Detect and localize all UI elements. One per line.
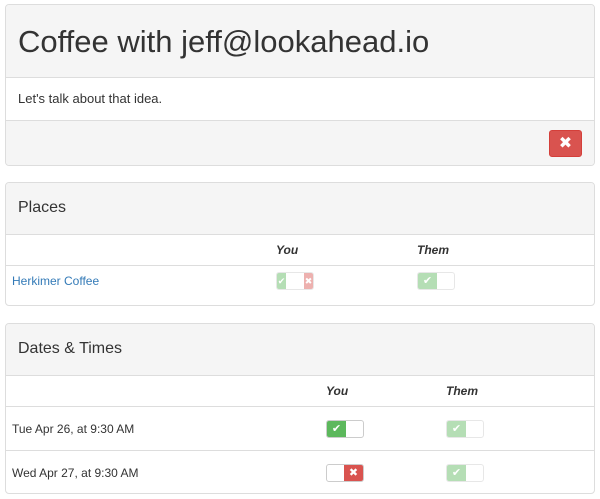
delete-meeting-button[interactable]: ✖ xyxy=(549,130,582,157)
table-row: Tue Apr 26, at 9:30 AM ✔ ✔ xyxy=(6,406,594,451)
place-them-toggle: ✔ xyxy=(417,272,455,290)
check-icon: ✔ xyxy=(418,273,437,289)
places-col-you: You xyxy=(276,235,417,266)
close-icon: ✖ xyxy=(558,135,573,152)
date-them-toggle: ✔ xyxy=(446,463,484,482)
cross-icon: ✖ xyxy=(304,273,313,289)
date-them-toggle: ✔ xyxy=(446,419,484,438)
dates-panel: Dates & Times You Them Tue Apr 26, at 9:… xyxy=(5,323,595,494)
places-col-blank xyxy=(6,235,276,266)
meeting-description: Let's talk about that idea. xyxy=(6,78,594,121)
dates-table: You Them Tue Apr 26, at 9:30 AM ✔ ✔ Wed … xyxy=(6,376,594,494)
date-label: Tue Apr 26, at 9:30 AM xyxy=(6,406,326,451)
date-you-toggle[interactable]: ✖ xyxy=(326,463,364,482)
check-icon: ✔ xyxy=(327,420,346,437)
date-label: Wed Apr 27, at 9:30 AM xyxy=(12,465,139,480)
dates-header: Dates & Times xyxy=(6,324,594,376)
meeting-title: Coffee with jeff@lookahead.io xyxy=(18,24,430,59)
dates-col-you: You xyxy=(326,376,446,407)
date-you-toggle[interactable]: ✔ xyxy=(326,419,364,438)
place-link[interactable]: Herkimer Coffee xyxy=(6,274,99,288)
meeting-panel: Coffee with jeff@lookahead.io Let's talk… xyxy=(5,4,595,166)
dates-col-them: Them xyxy=(446,376,594,407)
table-row: Wed Apr 27, at 9:30 AM ✖ ✔ xyxy=(6,451,594,494)
cross-icon: ✖ xyxy=(344,464,363,481)
places-header: Places xyxy=(6,183,594,235)
meeting-footer: ✖ xyxy=(6,121,594,165)
places-panel: Places You Them Herkimer Coffee ✔ ✖ ✔ xyxy=(5,182,595,306)
check-icon: ✔ xyxy=(277,273,286,289)
check-icon: ✔ xyxy=(447,420,466,437)
dates-heading: Dates & Times xyxy=(18,340,123,357)
places-col-them: Them xyxy=(417,235,594,266)
places-table: You Them Herkimer Coffee ✔ ✖ ✔ xyxy=(6,235,594,296)
places-heading: Places xyxy=(18,199,67,216)
meeting-header: Coffee with jeff@lookahead.io xyxy=(6,5,594,78)
dates-col-blank xyxy=(6,376,326,407)
place-you-toggle[interactable]: ✔ ✖ xyxy=(276,272,314,290)
check-icon: ✔ xyxy=(447,464,466,481)
table-row: Herkimer Coffee ✔ ✖ ✔ xyxy=(6,266,594,297)
